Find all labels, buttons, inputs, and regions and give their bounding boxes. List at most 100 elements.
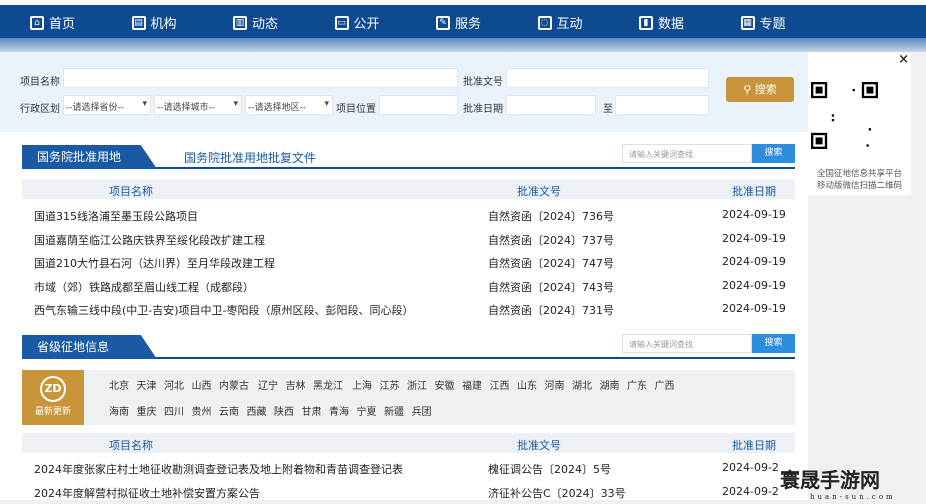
province-link[interactable]: 广东 (627, 377, 647, 392)
nav-item[interactable]: ⌂ 首页 (30, 13, 75, 32)
top-nav: ⌂ 首页 ▤ 机构 ▥ 动态 ▭ 公开 ✎ 服务 ◌ 互动 ▮ 数据 ▦ 专题 (0, 0, 926, 38)
date-to-input[interactable] (615, 95, 709, 115)
province-link[interactable]: 兵团 (412, 403, 432, 418)
province-link[interactable]: 吉林 (286, 377, 306, 392)
section-state-council: 国务院批准用地 国务院批准用地批复文件 请输入关键词查找 搜索 (22, 144, 795, 169)
table-row[interactable]: 市域（郊）铁路成都至眉山线工程（成都段） 自然资函〔2024〕743号 2024-0… (22, 275, 795, 298)
province-link[interactable]: 广西 (655, 377, 675, 392)
approval-date: 2024-09-19 (722, 278, 786, 292)
keyword-search-button[interactable]: 搜索 (752, 334, 795, 353)
province-link[interactable]: 上海 (352, 377, 372, 392)
province-link[interactable]: 新疆 (384, 403, 404, 418)
region-label: 行政区划 (20, 104, 60, 115)
search-button[interactable]: ⚲ 搜索 (726, 77, 794, 102)
province-link[interactable]: 青海 (329, 403, 349, 418)
monitor-icon: ▭ (334, 15, 349, 30)
to-label: 至 (603, 104, 613, 115)
province-link[interactable]: 四川 (164, 403, 184, 418)
approval-no-label: 批准文号 (463, 77, 503, 88)
province-filter: ZD 最新更新 北京 天津 河北 山西 内蒙古 辽宁 吉林 黑龙江 上海 江苏 浙江 安徽 福建 江西 山东河… (22, 370, 795, 425)
keyword-input[interactable]: 请输入关键词查找 (622, 144, 752, 163)
table-row[interactable]: 国道315线洛浦至墨玉段公路项目 自然资函〔2024〕736号 2024-09-19 (22, 204, 795, 227)
nav-item[interactable]: ▮ 数据 (639, 13, 684, 32)
approval-date: 2024-09-2 (722, 485, 779, 498)
nav-item[interactable]: ▦ 专题 (740, 13, 786, 32)
table-row[interactable]: 国道210大竹县石河（达川界）至月华段改建工程 自然资函〔2024〕747号 202… (22, 251, 795, 274)
approval-no: 济征补公告C〔2024〕33号 (488, 487, 626, 500)
project-name[interactable]: 西气东输三线中段(中卫-吉安)项目中卫-枣阳段（原州区段、彭阳段、同心段） (34, 302, 414, 318)
project-name-label: 项目名称 (20, 77, 60, 88)
document-edit-icon: ✎ (436, 15, 450, 30)
approval-no: 自然资函〔2024〕736号 (488, 210, 614, 223)
qr-caption: 移动版微信扫描二维码 (816, 181, 902, 191)
project-name[interactable]: 国道210大竹县石河（达川界）至月华段改建工程 (34, 255, 275, 271)
zd-logo: ZD 最新更新 (22, 370, 84, 425)
project-name[interactable]: 国道315线洛浦至墨玉段公路项目 (34, 208, 198, 224)
watermark: 寰晟手游网 huan-sun.com (780, 468, 896, 501)
qr-panel: × 全国征地信息共享平台 移动版微信扫描二维码 (808, 52, 911, 195)
tab-provincial[interactable]: 省级征地信息 (22, 335, 157, 359)
keyword-input[interactable]: 请输入关键词查找 (622, 334, 752, 353)
province-link[interactable]: 湖北 (572, 377, 592, 392)
province-link[interactable]: 海南 (109, 403, 129, 418)
province-link[interactable]: 安徽 (435, 377, 455, 392)
province-link[interactable]: 西藏 (247, 403, 267, 418)
province-link[interactable]: 内蒙古 (219, 377, 249, 392)
table-header: 项目名称 批准文号 批准日期 (22, 179, 795, 199)
approval-no-input[interactable] (506, 68, 709, 88)
province-link[interactable]: 陕西 (274, 403, 294, 418)
province-link[interactable]: 福建 (462, 377, 482, 392)
table-row[interactable]: 西气东输三线中段(中卫-吉安)项目中卫-枣阳段（原州区段、彭阳段、同心段） 自然资… (22, 298, 795, 321)
location-label: 项目位置 (336, 104, 376, 115)
nav-item[interactable]: ▥ 动态 (233, 13, 278, 32)
approval-no: 槐征调公告〔2024〕5号 (488, 463, 611, 476)
district-select[interactable]: --请选择地区-- (245, 95, 333, 115)
province-select[interactable]: --请选择省份-- (63, 95, 151, 115)
province-link[interactable]: 江苏 (380, 377, 400, 392)
province-link[interactable]: 山东 (517, 377, 537, 392)
province-link[interactable]: 贵州 (192, 403, 212, 418)
province-link[interactable]: 甘肃 (302, 403, 322, 418)
project-name[interactable]: 2024年度解营村拟征收土地补偿安置方案公告 (34, 485, 260, 501)
approval-date: 2024-09-19 (722, 302, 786, 315)
project-name-input[interactable] (63, 68, 458, 88)
nav-item[interactable]: ◌ 互动 (537, 13, 583, 32)
project-name[interactable]: 国道嘉荫至临江公路庆铁界至绥化段改扩建工程 (34, 232, 265, 248)
nav-strip (0, 38, 926, 52)
nav-item[interactable]: ▭ 公开 (334, 13, 380, 32)
province-link[interactable]: 山西 (192, 377, 212, 392)
city-select[interactable]: --请选择城市-- (154, 95, 242, 115)
project-name[interactable]: 市域（郊）铁路成都至眉山线工程（成都段） (34, 279, 254, 295)
keyword-search-button[interactable]: 搜索 (752, 144, 795, 163)
col-no: 批准文号 (517, 185, 561, 198)
tab-state-council-docs[interactable]: 国务院批准用地批复文件 (184, 149, 316, 166)
col-no: 批准文号 (517, 439, 561, 452)
province-link[interactable]: 河北 (164, 377, 184, 392)
province-link[interactable]: 云南 (219, 403, 239, 418)
province-link[interactable]: 重庆 (137, 403, 157, 418)
province-link[interactable]: 湖南 (600, 377, 620, 392)
province-link[interactable]: 河南 (545, 377, 565, 392)
nav-item[interactable]: ▤ 机构 (131, 13, 177, 32)
qr-code-icon (811, 82, 878, 149)
province-link[interactable]: 宁夏 (357, 403, 377, 418)
close-icon[interactable]: × (898, 52, 909, 67)
nav-item[interactable]: ✎ 服务 (436, 13, 481, 32)
tab-state-council-land[interactable]: 国务院批准用地 (22, 145, 157, 169)
project-name[interactable]: 2024年度张家庄村土地征收勘测调查登记表及地上附着物和青苗调查登记表 (34, 461, 403, 477)
location-input[interactable] (379, 95, 458, 115)
table-row[interactable]: 国道嘉荫至临江公路庆铁界至绥化段改扩建工程 自然资函〔2024〕737号 2024-… (22, 228, 795, 251)
table-row[interactable]: 2024年度解营村拟征收土地补偿安置方案公告 济征补公告C〔2024〕33号 202… (22, 481, 795, 504)
col-date: 批准日期 (732, 185, 776, 198)
province-link[interactable]: 江西 (490, 377, 510, 392)
province-link[interactable]: 辽宁 (258, 377, 278, 392)
approval-date: 2024-09-2 (722, 461, 779, 474)
province-link[interactable]: 北京 (109, 377, 129, 392)
table-row[interactable]: 2024年度张家庄村土地征收勘测调查登记表及地上附着物和青苗调查登记表 槐征调公告… (22, 457, 795, 480)
province-link[interactable]: 黑龙江 (313, 377, 343, 392)
province-link[interactable]: 浙江 (407, 377, 427, 392)
qr-caption: 全国征地信息共享平台 (816, 169, 902, 179)
section-provincial: 省级征地信息 请输入关键词查找 搜索 (22, 334, 795, 359)
date-from-input[interactable] (506, 95, 596, 115)
province-link[interactable]: 天津 (137, 377, 157, 392)
